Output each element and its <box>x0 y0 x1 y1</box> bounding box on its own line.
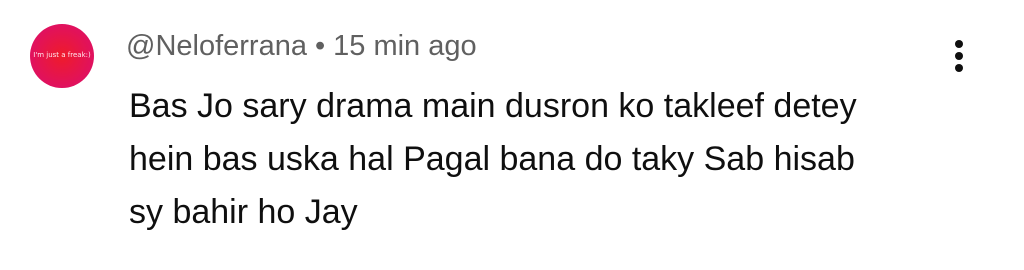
comment-text-line: Bas Jo sary drama main dusron ko takleef… <box>129 87 857 125</box>
comment-text-line: hein bas uska hal Pagal bana do taky Sab… <box>129 140 855 178</box>
menu-dot <box>955 40 963 48</box>
more-vertical-icon[interactable] <box>944 38 974 78</box>
menu-dot <box>955 64 963 72</box>
menu-dot <box>955 52 963 60</box>
comment-item: I'm just a freak:) @Neloferrana • 15 min a… <box>0 0 1024 270</box>
comment-author[interactable]: @Neloferrana <box>126 30 307 62</box>
comment-text: Bas Jo sary drama main dusron ko takleef… <box>129 80 949 239</box>
avatar-text: I'm just a freak:) <box>33 51 91 59</box>
meta-separator: • <box>314 30 326 62</box>
comment-text-line: sy bahir ho Jay <box>129 193 358 231</box>
comment-meta: @Neloferrana • 15 min ago <box>126 28 477 64</box>
comment-timestamp: 15 min ago <box>333 30 477 62</box>
avatar[interactable]: I'm just a freak:) <box>30 24 94 88</box>
